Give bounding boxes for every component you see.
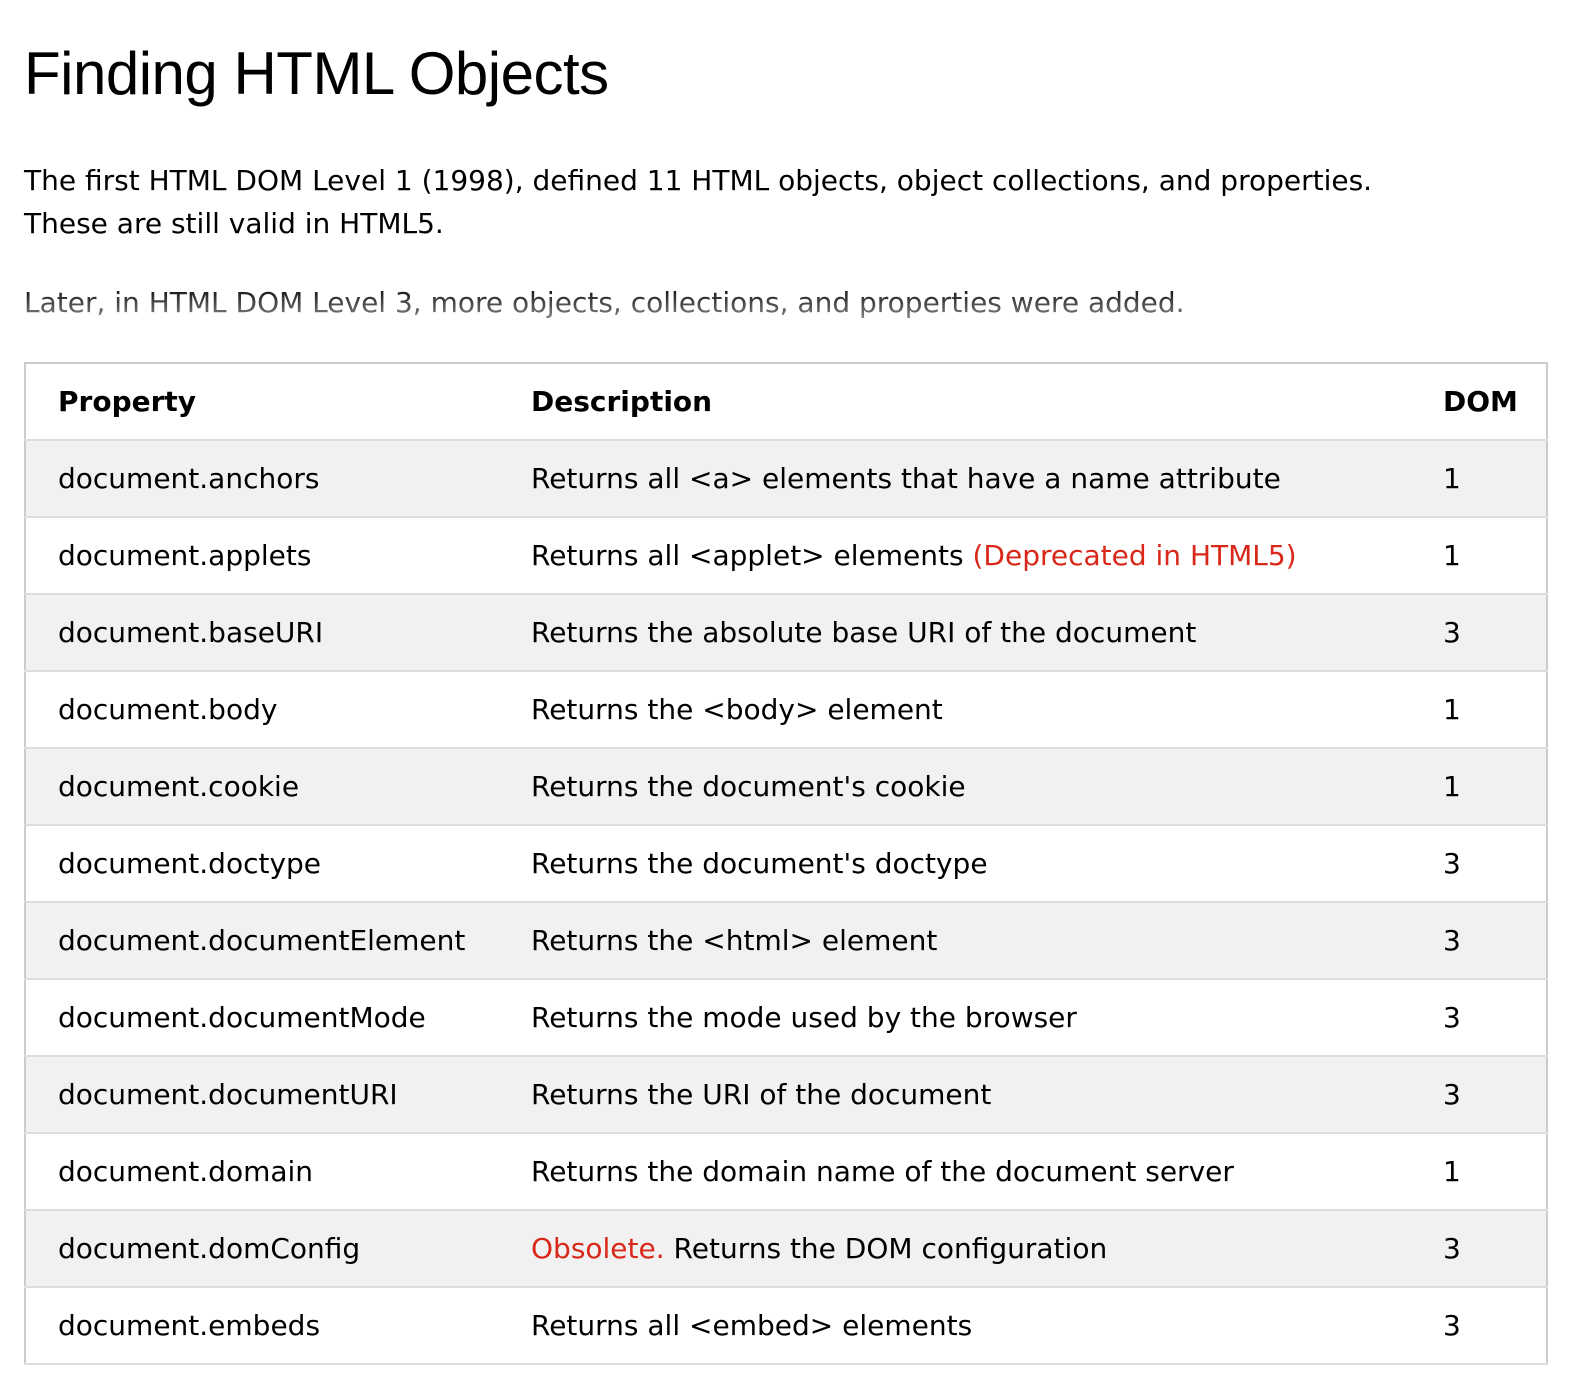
description-text: Returns the document's cookie	[531, 770, 966, 803]
description-text: Returns the <html> element	[531, 924, 938, 957]
table-body: document.anchors Returns all <a> elements…	[25, 440, 1547, 1365]
table-row: document.embeds Returns all <embed> eleme…	[25, 1287, 1547, 1365]
description-cell: Returns the document's doctype	[499, 825, 1419, 903]
description-text: Returns the domain name of the document …	[531, 1155, 1234, 1188]
description-cell: Returns the domain name of the document …	[499, 1133, 1419, 1211]
dom-level-cell: 1	[1419, 440, 1547, 518]
description-cell: Returns all <a> elements that have a nam…	[499, 440, 1419, 518]
dom-level-cell: 3	[1419, 902, 1547, 980]
property-cell: document.baseURI	[25, 594, 499, 672]
table-row: document.documentElement Returns the <htm…	[25, 902, 1547, 980]
description-cell: Obsolete. Returns the DOM configuration	[499, 1210, 1419, 1288]
description-text: Returns the mode used by the browser	[531, 1001, 1077, 1034]
property-cell: document.applets	[25, 517, 499, 595]
description-cell: Returns the document's cookie	[499, 748, 1419, 826]
description-text: Returns all <a> elements that have a nam…	[531, 462, 1281, 495]
table-row: document.body Returns the <body> element 1	[25, 671, 1547, 749]
dom-level-cell: 3	[1419, 594, 1547, 672]
property-cell: document.domConfig	[25, 1210, 499, 1288]
table-header-row: Property Description DOM	[25, 363, 1547, 441]
dom-level-cell: 3	[1419, 1210, 1547, 1288]
description-cell: Returns the <body> element	[499, 671, 1419, 749]
property-cell: document.doctype	[25, 825, 499, 903]
description-text: Returns all <embed> elements	[531, 1309, 973, 1342]
table-row: document.domConfig Obsolete. Returns the …	[25, 1210, 1547, 1288]
description-cell: Returns all <embed> elements	[499, 1287, 1419, 1365]
property-cell: document.cookie	[25, 748, 499, 826]
intro-line-2: These are still valid in HTML5.	[24, 207, 444, 240]
level3-paragraph: Later, in HTML DOM Level 3, more objects…	[24, 286, 1185, 319]
page-title: Finding HTML Objects	[24, 40, 609, 107]
description-cell: Returns the mode used by the browser	[499, 979, 1419, 1057]
property-cell: document.body	[25, 671, 499, 749]
table-row: document.documentMode Returns the mode us…	[25, 979, 1547, 1057]
dom-level-cell: 3	[1419, 825, 1547, 903]
description-cell: Returns the <html> element	[499, 902, 1419, 980]
description-cell: Returns the absolute base URI of the doc…	[499, 594, 1419, 672]
dom-level-cell: 1	[1419, 1133, 1547, 1211]
header-dom: DOM	[1419, 363, 1547, 441]
table-row: document.anchors Returns all <a> elements…	[25, 440, 1547, 518]
dom-level-cell: 3	[1419, 1056, 1547, 1134]
property-cell: document.documentMode	[25, 979, 499, 1057]
property-cell: document.documentElement	[25, 902, 499, 980]
deprecated-note: (Deprecated in HTML5)	[972, 539, 1297, 572]
intro-line-1: The first HTML DOM Level 1 (1998), defin…	[24, 164, 1373, 197]
table-row: document.documentURI Returns the URI of t…	[25, 1056, 1547, 1134]
description-text: Returns the <body> element	[531, 693, 943, 726]
property-cell: document.embeds	[25, 1287, 499, 1365]
description-text: Returns the DOM configuration	[673, 1232, 1108, 1265]
dom-level-cell: 1	[1419, 517, 1547, 595]
obsolete-label: Obsolete.	[531, 1232, 674, 1265]
dom-level-cell: 3	[1419, 979, 1547, 1057]
property-cell: document.domain	[25, 1133, 499, 1211]
description-cell: Returns the URI of the document	[499, 1056, 1419, 1134]
description-cell: Returns all <applet> elements (Deprecate…	[499, 517, 1419, 595]
property-cell: document.documentURI	[25, 1056, 499, 1134]
table-row: document.applets Returns all <applet> ele…	[25, 517, 1547, 595]
properties-table: Property Description DOM document.anchor…	[24, 362, 1548, 1365]
description-text: Returns the absolute base URI of the doc…	[531, 616, 1197, 649]
header-property: Property	[25, 363, 499, 441]
table-row: document.cookie Returns the document's co…	[25, 748, 1547, 826]
description-text: Returns the URI of the document	[531, 1078, 992, 1111]
dom-level-cell: 3	[1419, 1287, 1547, 1365]
table-row: document.baseURI Returns the absolute bas…	[25, 594, 1547, 672]
intro-paragraph: The first HTML DOM Level 1 (1998), defin…	[24, 159, 1570, 245]
dom-level-cell: 1	[1419, 748, 1547, 826]
table-row: document.domain Returns the domain name o…	[25, 1133, 1547, 1211]
header-description: Description	[499, 363, 1419, 441]
page-content: Finding HTML Objects The first HTML DOM …	[24, 0, 1570, 1365]
property-cell: document.anchors	[25, 440, 499, 518]
dom-level-cell: 1	[1419, 671, 1547, 749]
description-text: Returns the document's doctype	[531, 847, 988, 880]
description-text: Returns all <applet> elements	[531, 539, 973, 572]
table-row: document.doctype Returns the document's d…	[25, 825, 1547, 903]
